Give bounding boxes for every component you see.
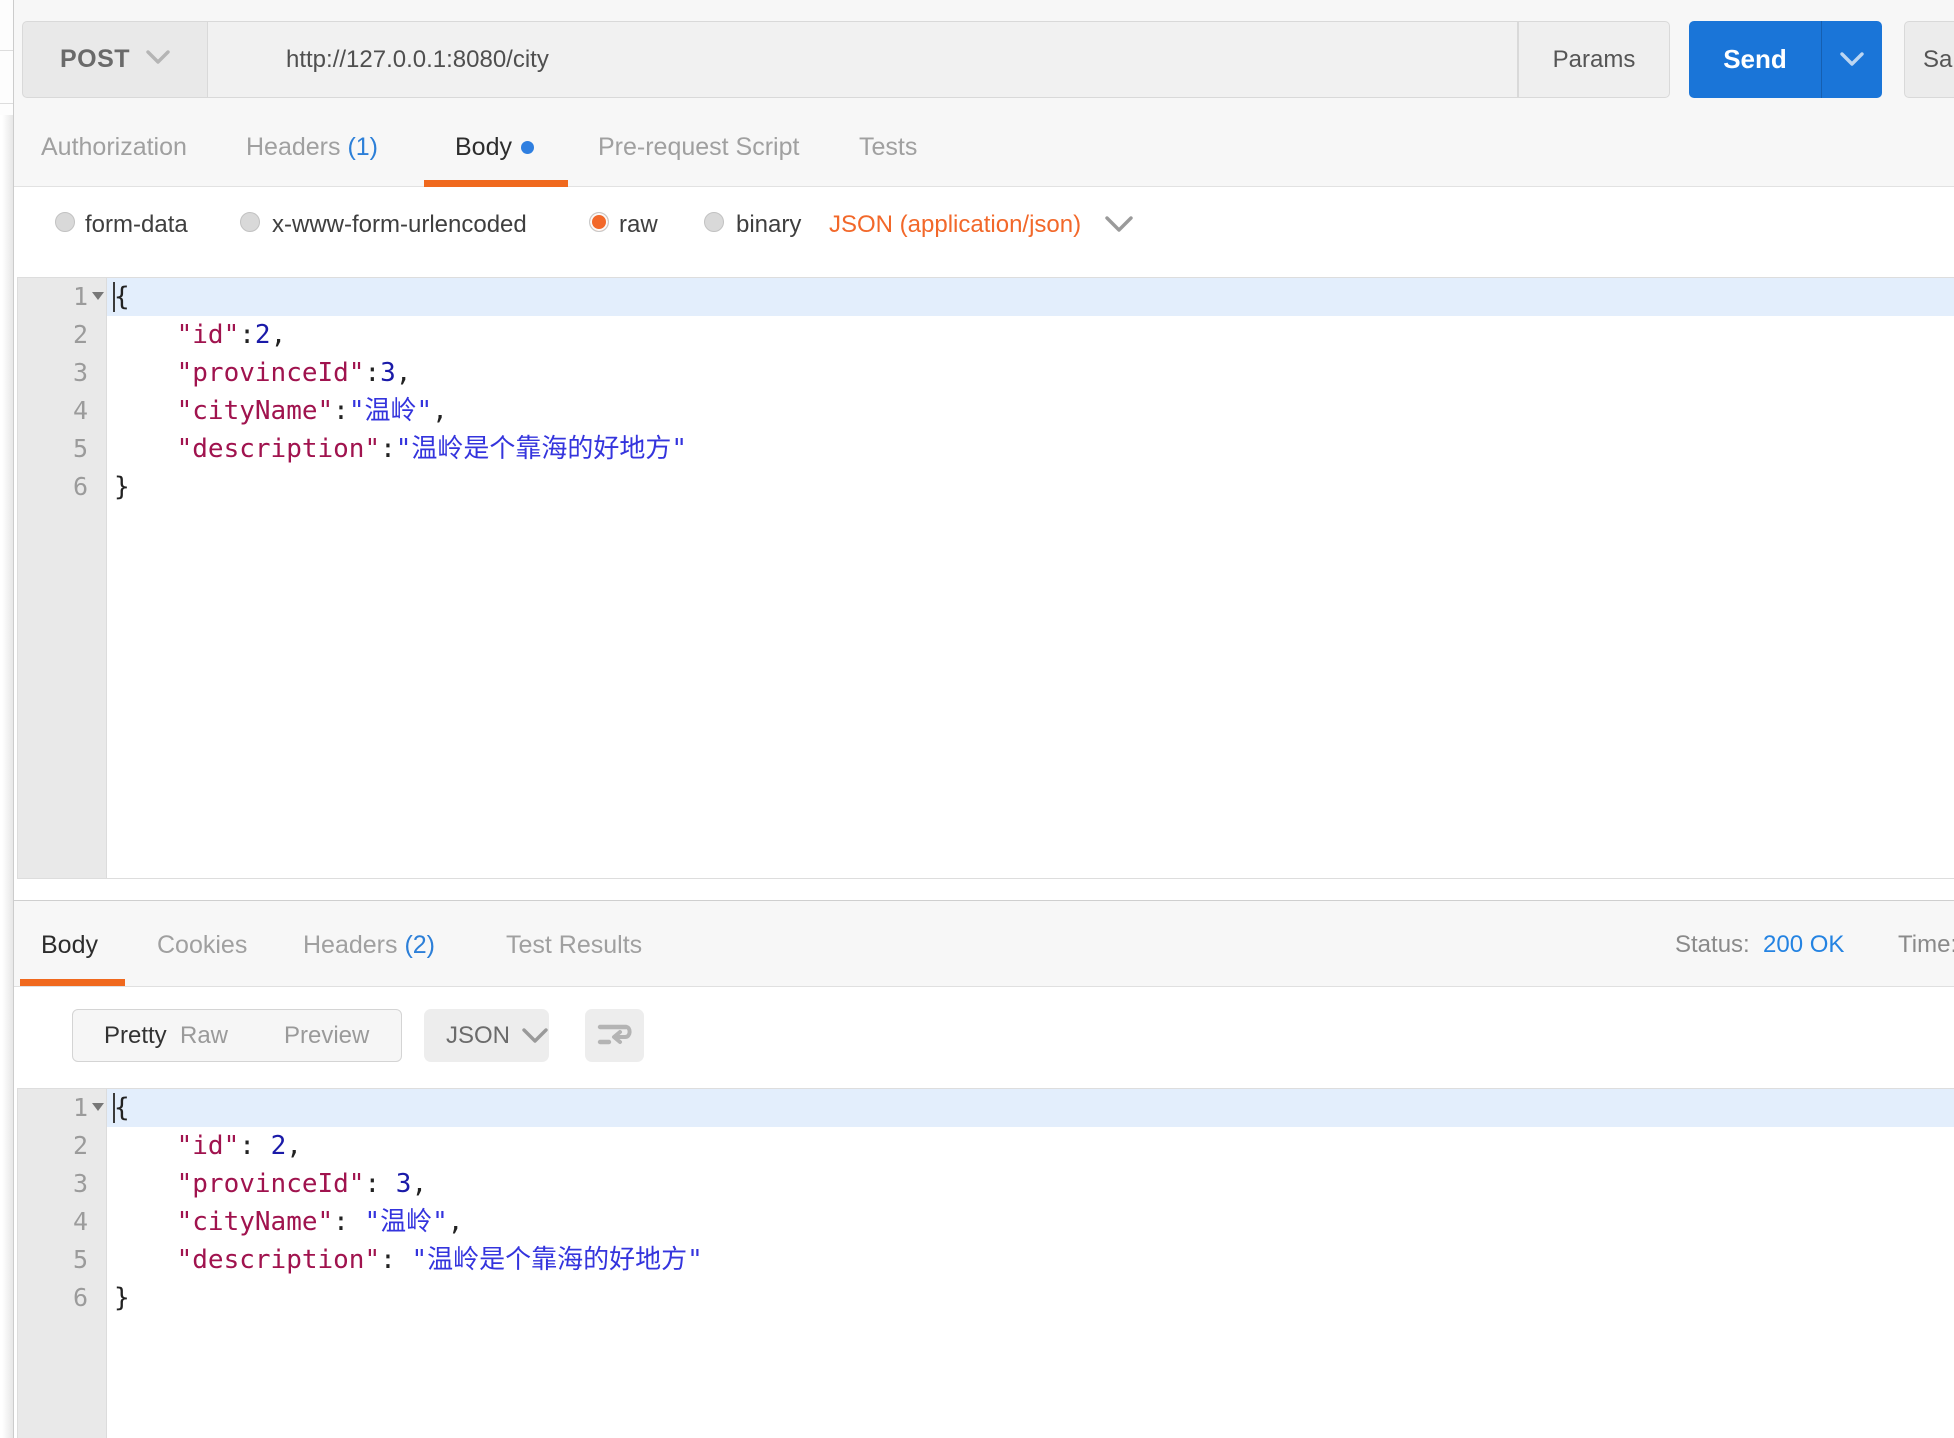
line-number: 2 — [18, 316, 88, 354]
code-line[interactable]: } — [107, 468, 1954, 506]
format-label: JSON — [446, 1022, 510, 1050]
body-has-content-dot — [521, 141, 534, 154]
status-label: Status: — [1675, 931, 1750, 959]
line-number: 6 — [18, 1279, 88, 1317]
response-header: Body Cookies Headers (2) Test Results St… — [13, 901, 1954, 987]
line-number: 3 — [18, 354, 88, 392]
text-wrap-icon — [597, 1022, 633, 1050]
line-number: 4 — [18, 392, 88, 430]
code-line[interactable]: "description":"温岭是个靠海的好地方" — [107, 430, 1954, 468]
response-view-switch: Pretty Raw Preview — [72, 1009, 402, 1062]
params-button[interactable]: Params — [1518, 21, 1670, 98]
response-body-editor[interactable]: 1 { 2 "id": 2, 3 "provinceId": 3, 4 "cit… — [17, 1088, 1954, 1438]
tab-body[interactable]: Body — [455, 133, 534, 162]
content-type-select[interactable]: JSON (application/json) — [829, 211, 1081, 239]
chevron-down-icon — [522, 1028, 548, 1044]
response-tab-body[interactable]: Body — [41, 931, 98, 960]
radio-form-data[interactable] — [55, 212, 75, 232]
view-pretty-button[interactable]: Pretty — [104, 1022, 167, 1050]
response-tab-cookies[interactable]: Cookies — [157, 931, 247, 960]
headers-count-badge: (1) — [347, 133, 378, 161]
view-preview-button[interactable]: Preview — [284, 1022, 369, 1050]
time-label: Time: — [1898, 931, 1954, 959]
code-line[interactable]: { — [107, 278, 1954, 316]
radio-raw-label[interactable]: raw — [619, 211, 658, 239]
active-tab-underline — [424, 180, 568, 187]
chevron-down-icon — [1840, 52, 1864, 67]
save-label: Sa — [1923, 46, 1952, 74]
save-button[interactable]: Sa — [1904, 21, 1954, 98]
code-line[interactable]: { — [107, 1089, 1954, 1127]
radio-binary[interactable] — [704, 212, 724, 232]
code-line[interactable]: "description": "温岭是个靠海的好地方" — [107, 1241, 1954, 1279]
response-tab-test-results[interactable]: Test Results — [506, 931, 642, 960]
send-options-button[interactable] — [1822, 52, 1882, 67]
chevron-down-icon[interactable] — [1105, 216, 1133, 238]
line-number: 5 — [18, 1241, 88, 1279]
code-line[interactable]: "id": 2, — [107, 1127, 1954, 1165]
send-label: Send — [1689, 44, 1821, 75]
send-button[interactable]: Send — [1689, 21, 1882, 98]
status-value: 200 OK — [1763, 931, 1844, 959]
sidebar-edge — [0, 0, 14, 1438]
line-number: 5 — [18, 430, 88, 468]
code-line[interactable]: "provinceId": 3, — [107, 1165, 1954, 1203]
wrap-text-button[interactable] — [585, 1009, 644, 1062]
tab-authorization[interactable]: Authorization — [41, 133, 187, 162]
params-label: Params — [1553, 46, 1636, 74]
line-number: 3 — [18, 1165, 88, 1203]
code-line[interactable]: "cityName":"温岭", — [107, 392, 1954, 430]
fold-caret-icon[interactable] — [92, 292, 104, 300]
request-body-editor[interactable]: 1 { 2 "id":2, 3 "provinceId":3, 4 "cityN… — [17, 277, 1954, 879]
radio-binary-label[interactable]: binary — [736, 211, 801, 239]
radio-urlencoded-label[interactable]: x-www-form-urlencoded — [272, 211, 527, 239]
radio-form-data-label[interactable]: form-data — [85, 211, 188, 239]
request-header: POST Params Send Sa Authorization Header… — [13, 0, 1954, 187]
radio-raw[interactable] — [589, 212, 609, 232]
method-select[interactable]: POST — [22, 21, 208, 98]
response-format-select[interactable]: JSON — [424, 1009, 549, 1062]
line-number: 1 — [18, 1089, 88, 1127]
tab-headers[interactable]: Headers (1) — [246, 133, 378, 162]
tab-prerequest-script[interactable]: Pre-request Script — [598, 133, 799, 162]
line-number: 2 — [18, 1127, 88, 1165]
line-number: 4 — [18, 1203, 88, 1241]
url-input[interactable] — [208, 22, 1517, 97]
method-label: POST — [60, 45, 130, 74]
line-number: 1 — [18, 278, 88, 316]
tab-tests[interactable]: Tests — [859, 133, 917, 162]
code-line[interactable]: } — [107, 1279, 1954, 1317]
view-raw-button[interactable]: Raw — [180, 1022, 228, 1050]
postman-window: POST Params Send Sa Authorization Header… — [0, 0, 1954, 1438]
response-headers-count-badge: (2) — [404, 931, 435, 959]
line-number: 6 — [18, 468, 88, 506]
text-cursor — [113, 1093, 115, 1123]
text-cursor — [113, 282, 115, 312]
response-tab-headers[interactable]: Headers (2) — [303, 931, 435, 960]
radio-urlencoded[interactable] — [240, 212, 260, 232]
active-response-tab-underline — [20, 979, 125, 986]
code-line[interactable]: "provinceId":3, — [107, 354, 1954, 392]
fold-caret-icon[interactable] — [92, 1103, 104, 1111]
url-field-wrap — [208, 21, 1518, 98]
code-line[interactable]: "id":2, — [107, 316, 1954, 354]
code-line[interactable]: "cityName": "温岭", — [107, 1203, 1954, 1241]
chevron-down-icon — [146, 50, 170, 70]
